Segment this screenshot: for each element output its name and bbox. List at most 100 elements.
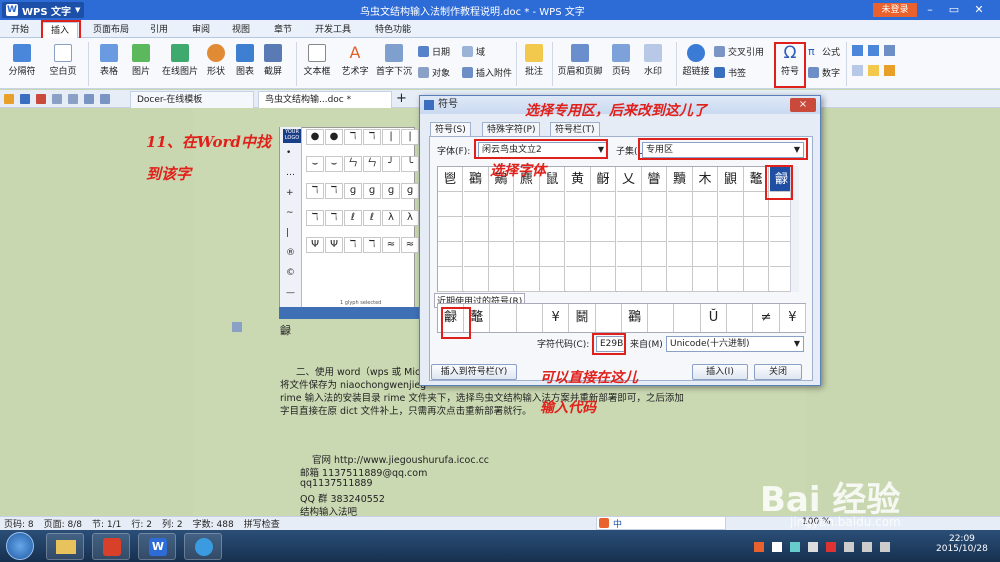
- layout-options-icon[interactable]: [232, 322, 242, 332]
- symbol-cell[interactable]: [718, 217, 744, 242]
- symbol-cell[interactable]: 鬯: [438, 167, 463, 192]
- glyph-cell[interactable]: ⌣: [306, 156, 324, 172]
- tray-icon[interactable]: [772, 542, 782, 552]
- symbol-cell[interactable]: [489, 242, 514, 267]
- online-picture-button[interactable]: 在线图片: [160, 44, 200, 77]
- tab-symbol-bar[interactable]: 符号栏(T): [550, 122, 600, 137]
- tab-docer-templates[interactable]: Docer-在线模板: [130, 91, 254, 108]
- comment-button[interactable]: 批注: [520, 44, 548, 77]
- login-button[interactable]: 未登录: [873, 3, 917, 17]
- tab-developer[interactable]: 开发工具: [308, 22, 358, 38]
- glyph-cell[interactable]: ●: [325, 129, 343, 145]
- glyph-cell[interactable]: ℸ: [306, 183, 324, 199]
- symbol-cell[interactable]: [565, 192, 591, 217]
- glyph-sidebar-item[interactable]: ©: [286, 268, 295, 278]
- bookmark-button[interactable]: 书签: [714, 66, 746, 79]
- recent-symbol-cell[interactable]: [675, 304, 701, 332]
- dialog-close-button[interactable]: ×: [790, 98, 816, 112]
- symbol-cell[interactable]: [744, 267, 769, 292]
- taskbar-browser[interactable]: [184, 533, 222, 560]
- clock[interactable]: 22:09 2015/10/28: [936, 534, 988, 554]
- glyph-sidebar-item[interactable]: ~: [286, 208, 294, 218]
- symbol-cell[interactable]: [693, 217, 718, 242]
- symbol-cell[interactable]: 黷: [667, 167, 693, 192]
- picture-button[interactable]: 图片: [126, 44, 156, 77]
- tab-special-characters[interactable]: 特殊字符(P): [482, 122, 541, 137]
- symbol-cell[interactable]: [744, 217, 769, 242]
- glyph-cell[interactable]: ≈: [401, 237, 419, 253]
- insert-to-bar-button[interactable]: 插入到符号栏(Y): [431, 364, 517, 380]
- symbol-cell[interactable]: [616, 267, 642, 292]
- taskbar-app-red[interactable]: [92, 533, 130, 560]
- symbol-cell[interactable]: [591, 192, 616, 217]
- symbol-cell[interactable]: 齖: [591, 167, 616, 192]
- object-button[interactable]: 对象: [418, 66, 450, 79]
- symbol-cell[interactable]: [591, 242, 616, 267]
- symbol-cell[interactable]: [463, 242, 489, 267]
- glyph-sidebar-item[interactable]: +: [286, 188, 294, 198]
- recent-symbol-cell[interactable]: [648, 304, 675, 332]
- glyph-cell[interactable]: ㄣ: [344, 156, 362, 172]
- glyph-cell[interactable]: |: [401, 129, 419, 145]
- insert-button[interactable]: 插入(I): [692, 364, 748, 380]
- close-button[interactable]: 关闭: [754, 364, 802, 380]
- tab-start[interactable]: 开始: [4, 22, 36, 38]
- symbol-cell[interactable]: 乂: [616, 167, 642, 192]
- screenshot-button[interactable]: 截屏: [258, 44, 288, 77]
- recent-symbol-cell[interactable]: ¥: [543, 304, 570, 332]
- symbol-cell[interactable]: 木: [693, 167, 718, 192]
- taskbar-explorer[interactable]: [46, 533, 84, 560]
- encoding-select[interactable]: Unicode(十六进制) ▼: [666, 336, 804, 352]
- taskbar-wps-writer[interactable]: W: [138, 533, 176, 560]
- symbol-cell[interactable]: [565, 267, 591, 292]
- symbol-cell[interactable]: [667, 267, 693, 292]
- preview-icon[interactable]: [68, 94, 78, 104]
- symbol-cell[interactable]: [718, 242, 744, 267]
- tray-icon[interactable]: [844, 542, 854, 552]
- symbol-cell[interactable]: [514, 242, 540, 267]
- symbol-cell[interactable]: [540, 242, 565, 267]
- lock-icon[interactable]: [884, 65, 895, 76]
- symbol-cell[interactable]: [565, 217, 591, 242]
- tab-page-layout[interactable]: 页面布局: [88, 22, 134, 38]
- recent-symbol-cell[interactable]: Ŭ: [701, 304, 727, 332]
- number-button[interactable]: 数字: [808, 66, 840, 79]
- glyph-cell[interactable]: ㄣ: [363, 156, 381, 172]
- symbol-cell[interactable]: [540, 217, 565, 242]
- symbol-cell[interactable]: [693, 242, 718, 267]
- shapes-button[interactable]: 形状: [202, 44, 230, 77]
- tab-view[interactable]: 视图: [226, 22, 256, 38]
- glyph-cell[interactable]: ℓ: [363, 210, 381, 226]
- glyph-sidebar-item[interactable]: —: [286, 288, 295, 298]
- recent-symbol-cell[interactable]: ≠: [754, 304, 780, 332]
- glyph-cell[interactable]: ℸ: [306, 210, 324, 226]
- glyph-cell[interactable]: ●: [306, 129, 324, 145]
- symbol-cell[interactable]: [540, 267, 565, 292]
- glyph-cell[interactable]: Ψ: [306, 237, 324, 253]
- recent-symbols-list[interactable]: 龣鼇 ¥ 鬭鸐 Ŭ ≠ ¥: [437, 303, 806, 333]
- recent-symbol-cell[interactable]: [517, 304, 543, 332]
- glyph-cell[interactable]: ℓ: [344, 210, 362, 226]
- checkbox-control-icon[interactable]: [852, 45, 863, 56]
- button-control-icon[interactable]: [852, 65, 863, 76]
- symbol-cell[interactable]: [642, 267, 667, 292]
- symbol-cell[interactable]: [438, 267, 463, 292]
- volume-icon[interactable]: [808, 542, 818, 552]
- symbol-cell[interactable]: [616, 242, 642, 267]
- symbol-cell[interactable]: [642, 192, 667, 217]
- ime-mode-icon[interactable]: 中: [613, 517, 622, 530]
- close-icon[interactable]: ✕: [970, 2, 988, 18]
- symbol-cell[interactable]: [718, 267, 744, 292]
- open-icon[interactable]: [4, 94, 14, 104]
- symbol-cell[interactable]: [667, 192, 693, 217]
- recent-symbol-cell[interactable]: [596, 304, 622, 332]
- symbol-cell[interactable]: 鼰: [718, 167, 744, 192]
- symbol-cell[interactable]: [565, 242, 591, 267]
- symbol-cell[interactable]: [514, 267, 540, 292]
- formula-button[interactable]: π 公式: [808, 45, 840, 58]
- glyph-sidebar-item[interactable]: •: [286, 148, 291, 158]
- symbol-cell[interactable]: [489, 267, 514, 292]
- symbol-cell[interactable]: [744, 242, 769, 267]
- print-icon[interactable]: [52, 94, 62, 104]
- insert-attachment-button[interactable]: 插入附件: [462, 66, 512, 79]
